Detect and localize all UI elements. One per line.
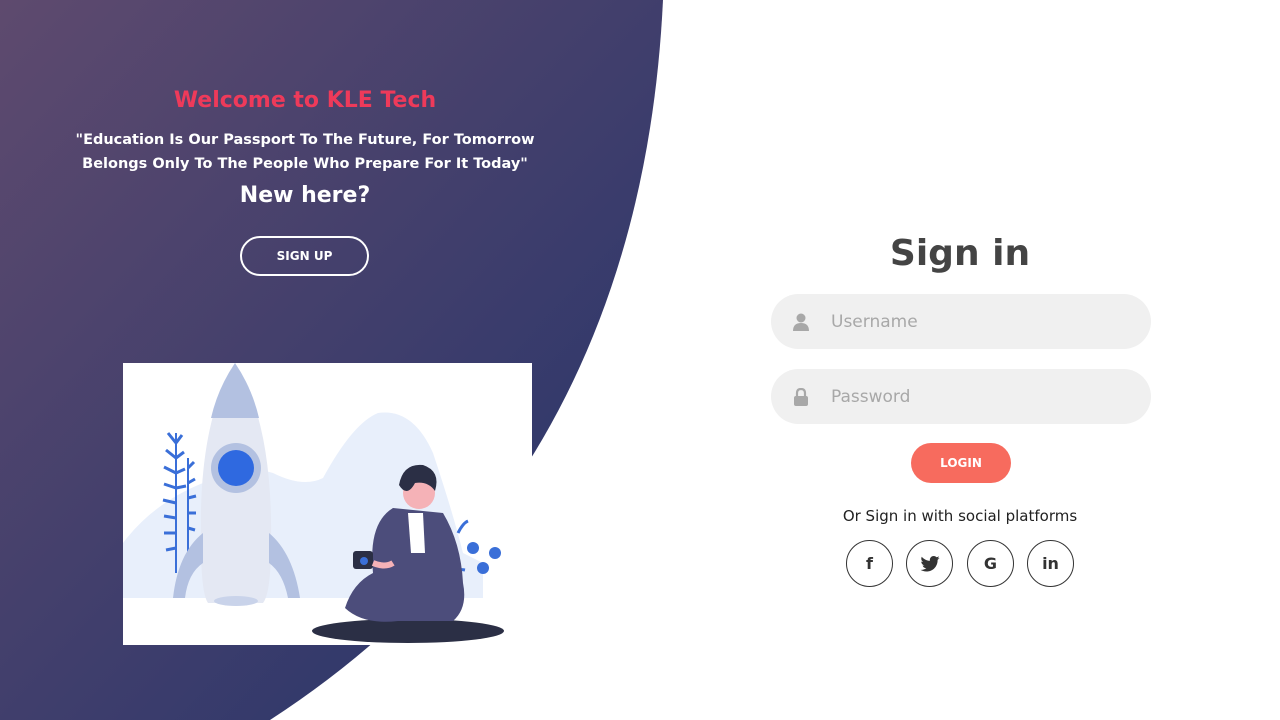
linkedin-icon: in	[1042, 554, 1059, 573]
username-input[interactable]	[831, 301, 1131, 342]
new-here-heading: New here?	[239, 183, 371, 208]
sign-up-button[interactable]: SIGN UP	[240, 236, 369, 276]
welcome-heading: Welcome to KLE Tech	[173, 88, 437, 113]
password-input[interactable]	[831, 376, 1131, 417]
username-field-wrapper	[771, 294, 1151, 349]
rocket-illustration	[123, 363, 532, 645]
password-field-wrapper	[771, 369, 1151, 424]
google-signin-button[interactable]: G	[967, 540, 1014, 587]
linkedin-signin-button[interactable]: in	[1027, 540, 1074, 587]
left-panel: Welcome to KLE Tech "Education Is Our Pa…	[0, 0, 610, 300]
facebook-icon: f	[866, 554, 873, 573]
google-icon: G	[983, 554, 998, 573]
motto-quote: "Education Is Our Passport To The Future…	[75, 132, 535, 172]
user-icon	[771, 294, 831, 349]
login-page: Welcome to KLE Tech "Education Is Our Pa…	[0, 0, 1280, 720]
login-button[interactable]: LOGIN	[911, 443, 1011, 483]
facebook-signin-button[interactable]: f	[846, 540, 893, 587]
twitter-signin-button[interactable]	[906, 540, 953, 587]
social-signin-text: Or Sign in with social platforms	[842, 507, 1078, 525]
sign-in-title: Sign in	[889, 233, 1031, 274]
lock-icon	[771, 369, 831, 424]
twitter-icon	[919, 555, 940, 572]
